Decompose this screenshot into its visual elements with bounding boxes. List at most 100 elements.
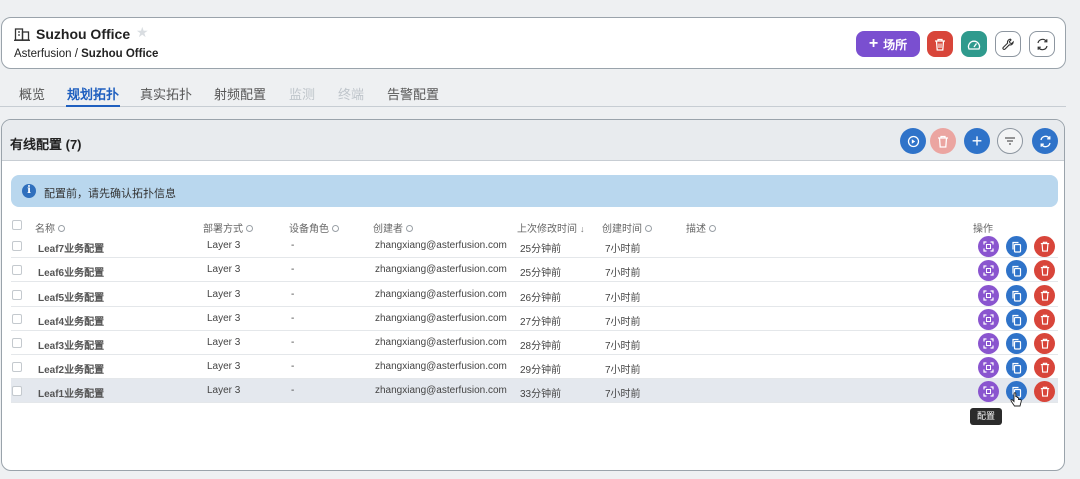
refresh-icon — [1036, 38, 1048, 50]
select-all-checkbox[interactable] — [12, 220, 22, 230]
alert-text: 配置前，请先确认拓扑信息 — [44, 188, 176, 200]
tab-real-topology[interactable]: 真实拓扑 — [140, 84, 192, 103]
info-icon — [332, 225, 339, 232]
tools-button[interactable] — [995, 31, 1021, 57]
row-role: - — [291, 313, 295, 324]
delete-site-button[interactable] — [927, 31, 953, 57]
row-deploy: Layer 3 — [207, 264, 241, 275]
table-row[interactable]: Leaf5业务配置 Layer 3 - zhangxiang@asterfusion.… — [11, 283, 1058, 307]
refresh-button[interactable] — [1032, 128, 1058, 154]
history-button[interactable] — [900, 128, 926, 154]
copy-button[interactable] — [1006, 357, 1027, 378]
column-header-creator[interactable]: 创建者 — [373, 220, 413, 235]
row-deploy: Layer 3 — [207, 313, 241, 324]
row-checkbox[interactable] — [12, 265, 22, 275]
tab-planned-topology[interactable]: 规划拓扑 — [67, 84, 119, 103]
row-modified: 25分钟前 — [520, 268, 562, 279]
row-name[interactable]: Leaf3业务配置 — [38, 337, 104, 352]
panel-title: 有线配置 (7) — [10, 137, 82, 152]
row-creator: zhangxiang@asterfusion.com — [375, 240, 507, 251]
row-checkbox[interactable] — [12, 241, 22, 251]
row-name[interactable]: Leaf7业务配置 — [38, 240, 104, 255]
row-deploy: Layer 3 — [207, 337, 241, 348]
site-title: Suzhou Office — [36, 26, 131, 42]
building-icon — [14, 28, 30, 41]
tab-bar: 概览 规划拓扑 真实拓扑 射频配置 监测 终端 告警配置 — [0, 78, 1066, 107]
tab-clients: 终端 — [338, 87, 365, 102]
config-button[interactable] — [978, 333, 999, 354]
delete-button[interactable] — [1034, 333, 1055, 354]
row-role: - — [291, 240, 295, 251]
add-site-button[interactable]: + 场所 — [856, 31, 920, 57]
copy-button[interactable] — [1006, 309, 1027, 330]
trash-icon — [1040, 362, 1049, 373]
table-row[interactable]: Leaf7业务配置 Layer 3 - zhangxiang@asterfusion.… — [11, 234, 1058, 258]
copy-icon — [1012, 338, 1022, 350]
column-header-created[interactable]: 创建时间 — [602, 220, 652, 235]
config-button[interactable] — [978, 285, 999, 306]
table-row[interactable]: Leaf3业务配置 Layer 3 - zhangxiang@asterfusion.… — [11, 331, 1058, 355]
scan-icon — [983, 241, 994, 252]
row-created: 7小时前 — [605, 293, 641, 304]
delete-button[interactable] — [1034, 285, 1055, 306]
row-modified: 29分钟前 — [520, 365, 562, 376]
row-role: - — [291, 385, 295, 396]
delete-button[interactable] — [1034, 309, 1055, 330]
info-alert: i 配置前，请先确认拓扑信息 — [11, 175, 1058, 207]
tab-overview[interactable]: 概览 — [19, 84, 45, 103]
add-config-button[interactable]: + — [964, 128, 990, 154]
delete-button[interactable] — [1034, 357, 1055, 378]
breadcrumb-root[interactable]: Asterfusion — [14, 48, 72, 60]
table-row[interactable]: Leaf6业务配置 Layer 3 - zhangxiang@asterfusion.… — [11, 258, 1058, 282]
row-name[interactable]: Leaf6业务配置 — [38, 264, 104, 279]
copy-icon — [1012, 362, 1022, 374]
wired-config-panel: 有线配置 (7) + i 配置前，请先确认拓扑信息 名称 部署方式 设备角色 创… — [1, 119, 1065, 471]
row-checkbox[interactable] — [12, 362, 22, 372]
row-name[interactable]: Leaf5业务配置 — [38, 289, 104, 304]
delete-button[interactable] — [1034, 260, 1055, 281]
row-checkbox[interactable] — [12, 314, 22, 324]
column-header-role[interactable]: 设备角色 — [289, 220, 339, 235]
copy-button[interactable] — [1006, 260, 1027, 281]
row-modified: 33分钟前 — [520, 389, 562, 400]
row-created: 7小时前 — [605, 365, 641, 376]
table-row[interactable]: Leaf1业务配置 Layer 3 - zhangxiang@asterfusion.… — [11, 379, 1058, 403]
table-row[interactable]: Leaf2业务配置 Layer 3 - zhangxiang@asterfusion.… — [11, 355, 1058, 379]
dashboard-button[interactable] — [961, 31, 987, 57]
row-modified: 27分钟前 — [520, 317, 562, 328]
star-icon[interactable]: ★ — [136, 24, 149, 41]
breadcrumb-separator: / — [71, 48, 82, 60]
config-button[interactable] — [978, 260, 999, 281]
row-checkbox[interactable] — [12, 338, 22, 348]
filter-button[interactable] — [997, 128, 1023, 154]
tab-alarm-config[interactable]: 告警配置 — [387, 84, 439, 103]
row-checkbox[interactable] — [12, 290, 22, 300]
row-role: - — [291, 289, 295, 300]
wrench-icon — [1001, 38, 1014, 50]
tab-rf-config[interactable]: 射频配置 — [214, 84, 266, 103]
table-row[interactable]: Leaf4业务配置 Layer 3 - zhangxiang@asterfusion.… — [11, 307, 1058, 331]
info-icon: i — [22, 184, 36, 198]
config-button[interactable] — [978, 236, 999, 257]
delete-button[interactable] — [1034, 381, 1055, 402]
column-header-desc[interactable]: 描述 — [686, 220, 716, 235]
trash-icon — [1040, 290, 1049, 301]
copy-button[interactable] — [1006, 285, 1027, 306]
row-checkbox[interactable] — [12, 386, 22, 396]
copy-button[interactable] — [1006, 333, 1027, 354]
row-name[interactable]: Leaf1业务配置 — [38, 385, 104, 400]
column-header-modified[interactable]: 上次修改时间 ↓ — [517, 220, 585, 235]
row-name[interactable]: Leaf2业务配置 — [38, 361, 104, 376]
reload-button[interactable] — [1029, 31, 1055, 57]
info-icon — [709, 225, 716, 232]
column-header-deploy[interactable]: 部署方式 — [203, 220, 253, 235]
column-header-name[interactable]: 名称 — [35, 220, 65, 235]
config-button[interactable] — [978, 309, 999, 330]
config-button[interactable] — [978, 381, 999, 402]
scan-icon — [983, 386, 994, 397]
config-button[interactable] — [978, 357, 999, 378]
row-name[interactable]: Leaf4业务配置 — [38, 313, 104, 328]
copy-button[interactable] — [1006, 236, 1027, 257]
refresh-icon — [1039, 135, 1051, 147]
delete-button[interactable] — [1034, 236, 1055, 257]
